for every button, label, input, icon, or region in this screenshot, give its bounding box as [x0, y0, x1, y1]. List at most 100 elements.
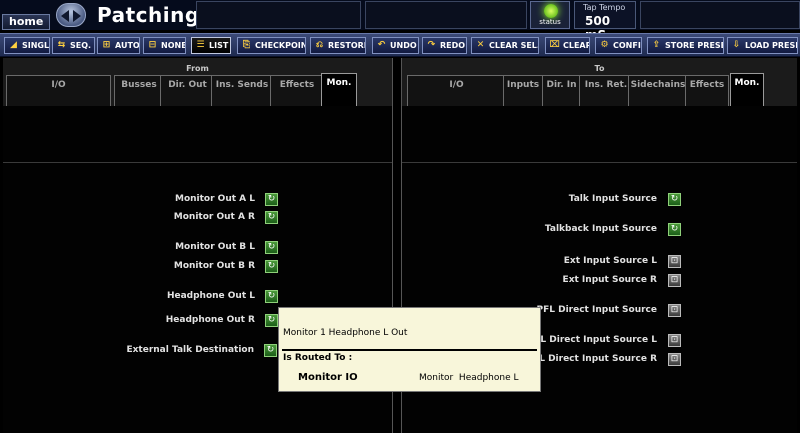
tab-effects[interactable]: Effects: [270, 75, 324, 106]
undo-button[interactable]: ↶ UNDO: [372, 37, 419, 54]
single-button[interactable]: ◢ SINGLE: [4, 37, 50, 54]
clear-icon: ⌧: [549, 40, 560, 50]
load-preset-button[interactable]: ⇩ LOAD PRESET: [727, 37, 798, 54]
patch-point-icon[interactable]: ↻: [265, 260, 278, 273]
patch-point-icon[interactable]: ⊡: [668, 274, 681, 287]
clear-sel-button[interactable]: ✕ CLEAR SEL.: [471, 37, 539, 54]
to-port-talk-input-source: Talk Input Source: [568, 194, 657, 204]
tap-tempo-label: Tap Tempo: [583, 3, 626, 12]
status-button[interactable]: status: [530, 1, 570, 29]
patch-point-icon[interactable]: ↻: [265, 290, 278, 303]
auto-icon: ⊞: [102, 40, 111, 50]
status-led-icon: [544, 4, 558, 18]
patch-point-icon[interactable]: ⊡: [668, 334, 681, 347]
store-preset-label: STORE PRESET: [665, 41, 723, 50]
divider: [402, 162, 797, 163]
list-button[interactable]: ☰ LIST: [191, 37, 231, 54]
load-preset-icon: ⇩: [732, 40, 741, 50]
clear-sel-label: CLEAR SEL.: [489, 41, 539, 50]
clear-label: CLEAR: [563, 41, 590, 50]
none-icon: ⊟: [148, 40, 157, 50]
patch-point-icon[interactable]: ↻: [264, 344, 277, 357]
tooltip-routed-label: Is Routed To :: [283, 353, 353, 363]
home-button[interactable]: home: [2, 14, 50, 30]
page-title: Patching: [97, 3, 200, 27]
to-port-ext-input-source-r: Ext Input Source R: [562, 275, 657, 285]
title-bar: home Patching status Tap Tempo 500 mS: [0, 0, 800, 42]
tab-busses[interactable]: Busses: [114, 75, 164, 106]
tab-i-o[interactable]: I/O: [407, 75, 506, 106]
tab-ins-ret[interactable]: Ins. Ret.: [579, 75, 633, 106]
none-label: NONE: [161, 41, 186, 50]
patch-point-icon[interactable]: ↻: [265, 241, 278, 254]
clear-sel-icon: ✕: [476, 40, 485, 50]
patch-point-icon[interactable]: ⊡: [668, 255, 681, 268]
seq-label: SEQ.: [70, 41, 92, 50]
redo-button[interactable]: ↷ REDO: [422, 37, 467, 54]
config-button[interactable]: ⚙ CONFIG: [595, 37, 642, 54]
to-port-ext-input-source-l: Ext Input Source L: [563, 256, 657, 266]
navigation-button[interactable]: [56, 3, 86, 27]
redo-label: REDO: [440, 41, 466, 50]
tab-ins-sends[interactable]: Ins. Sends: [211, 75, 273, 106]
patch-point-icon[interactable]: ⊡: [668, 304, 681, 317]
divider: [3, 162, 392, 163]
seq-icon: ⇆: [57, 40, 66, 50]
title-info-panel: [365, 1, 527, 29]
checkpoint-label: CHECKPOINT: [255, 41, 305, 50]
from-port-external-talk-destination: External Talk Destination: [126, 345, 254, 355]
tab-effects[interactable]: Effects: [685, 75, 729, 106]
from-port-monitor-out-a-r: Monitor Out A R: [173, 212, 255, 222]
from-port-headphone-out-r: Headphone Out R: [165, 315, 255, 325]
tab-inputs[interactable]: Inputs: [503, 75, 543, 106]
checkpoint-button[interactable]: ⎘ CHECKPOINT: [237, 37, 306, 54]
from-port-monitor-out-b-r: Monitor Out B R: [173, 261, 255, 271]
tab-i-o[interactable]: I/O: [6, 75, 111, 106]
title-info-panel: [196, 1, 361, 29]
from-port-monitor-out-b-l: Monitor Out B L: [175, 242, 255, 252]
title-info-panel: [640, 1, 800, 29]
tab-sidechains[interactable]: Sidechains: [628, 75, 688, 106]
restore-icon: ⎌: [315, 40, 324, 50]
tab-dir-out[interactable]: Dir. Out: [160, 75, 215, 106]
tooltip-divider: [282, 349, 537, 351]
store-preset-button[interactable]: ⇪ STORE PRESET: [647, 37, 724, 54]
undo-icon: ↶: [377, 40, 386, 50]
load-preset-label: LOAD PRESET: [745, 41, 797, 50]
patch-point-icon[interactable]: ↻: [265, 314, 278, 327]
list-label: LIST: [209, 41, 229, 50]
restore-button[interactable]: ⎌ RESTORE: [310, 37, 366, 54]
tab-mon[interactable]: Mon.: [730, 73, 764, 106]
auto-button[interactable]: ⊞ AUTO: [97, 37, 140, 54]
patch-point-icon[interactable]: ↻: [265, 193, 278, 206]
tooltip-destination: Monitor IO: [298, 372, 358, 383]
patch-point-icon[interactable]: ↻: [668, 223, 681, 236]
restore-label: RESTORE: [328, 41, 366, 50]
clear-button[interactable]: ⌧ CLEAR: [545, 37, 590, 54]
store-preset-icon: ⇪: [652, 40, 661, 50]
tap-tempo-button[interactable]: Tap Tempo 500 mS: [574, 1, 636, 42]
patch-point-icon[interactable]: ↻: [668, 193, 681, 206]
tab-mon[interactable]: Mon.: [321, 73, 357, 106]
arrow-left-icon[interactable]: [61, 10, 69, 22]
patch-point-icon[interactable]: ⊡: [668, 353, 681, 366]
from-caption: From: [186, 64, 209, 73]
config-icon: ⚙: [600, 40, 609, 50]
from-port-monitor-out-a-l: Monitor Out A L: [174, 194, 255, 204]
list-icon: ☰: [196, 40, 205, 50]
to-port-afl-direct-input-source-l: AFL Direct Input Source L: [527, 335, 657, 345]
seq-button[interactable]: ⇆ SEQ.: [52, 37, 95, 54]
from-panel-header: From I/O Busses Dir. Out Ins. Sends Effects M…: [3, 58, 392, 106]
arrow-right-icon[interactable]: [73, 10, 81, 22]
none-button[interactable]: ⊟ NONE: [143, 37, 186, 54]
patch-point-icon[interactable]: ↻: [265, 211, 278, 224]
tab-dir-in[interactable]: Dir. In: [542, 75, 581, 106]
undo-label: UNDO: [390, 41, 417, 50]
auto-label: AUTO: [115, 41, 140, 50]
checkpoint-icon: ⎘: [242, 40, 251, 50]
toolbar: ◢ SINGLE ⇆ SEQ. ⊞ AUTO ⊟ NONE ☰ LIST ⎘ CHECKPOINT ⎌ R…: [0, 33, 800, 57]
to-port-afl-direct-input-source-r: AFL Direct Input Source R: [526, 354, 657, 364]
single-icon: ◢: [10, 40, 17, 50]
tooltip-title: Monitor 1 Headphone L Out: [283, 328, 408, 338]
to-caption: To: [594, 64, 605, 73]
